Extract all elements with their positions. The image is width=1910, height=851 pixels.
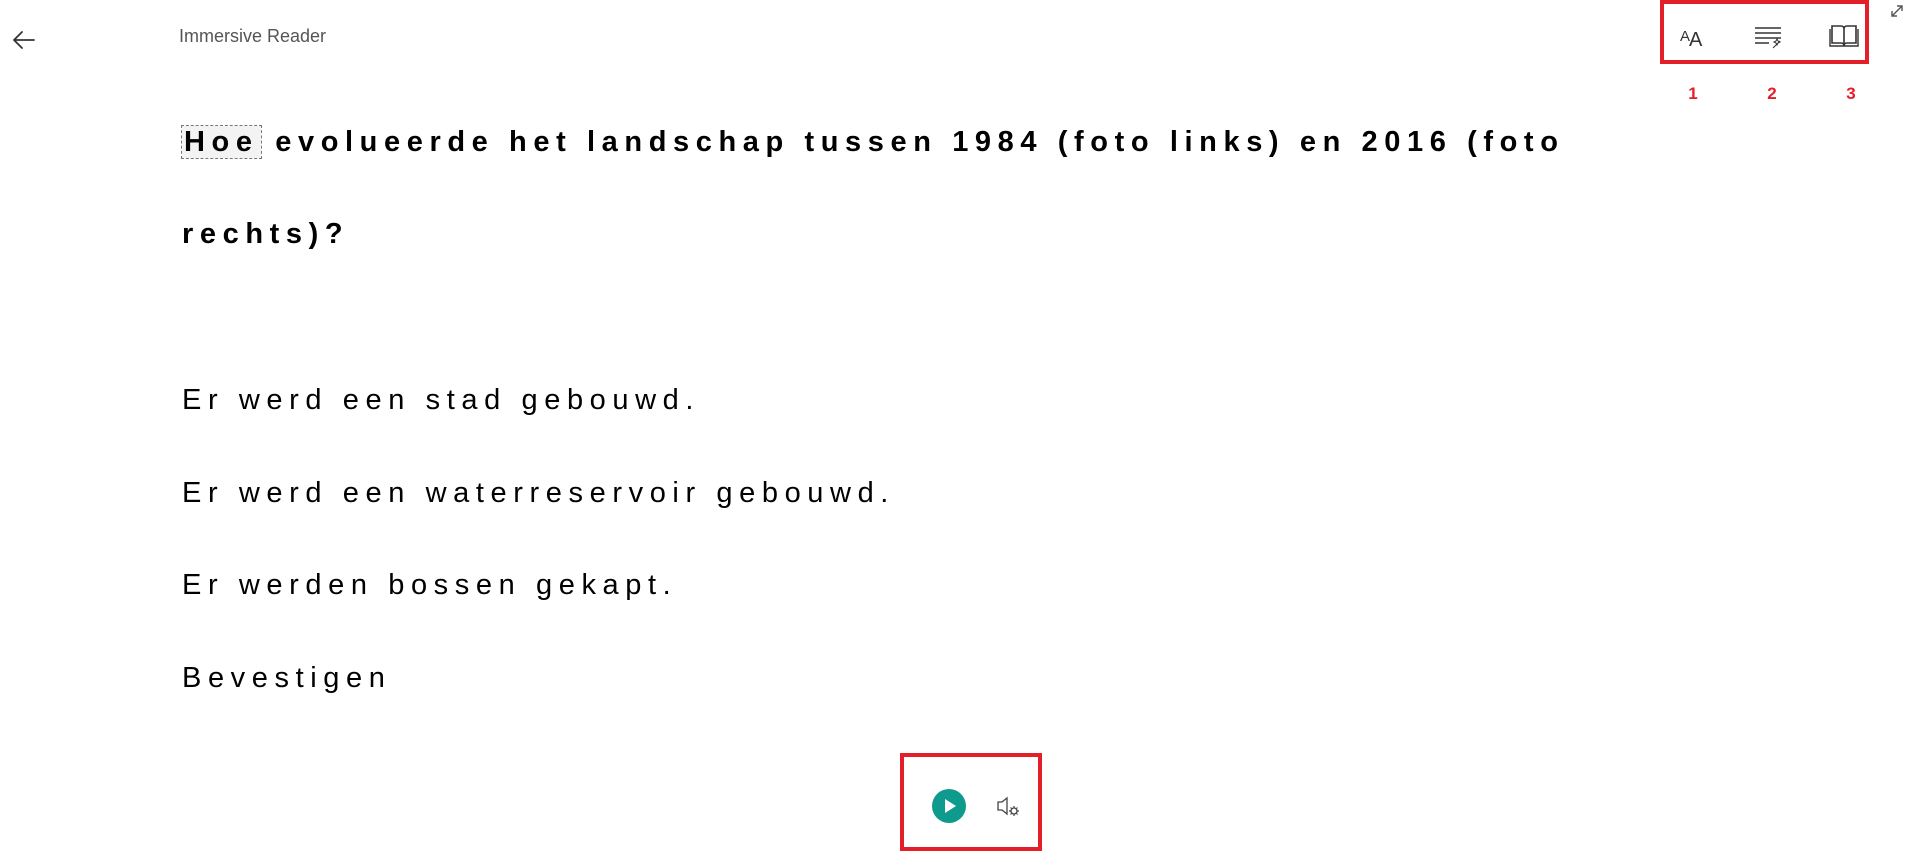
option-1[interactable]: Er werd een stad gebouwd. xyxy=(182,384,700,417)
back-arrow-icon xyxy=(13,31,35,49)
confirm-text[interactable]: Bevestigen xyxy=(182,662,392,695)
back-button[interactable] xyxy=(8,24,40,56)
voice-settings-button[interactable] xyxy=(994,792,1022,820)
question-text: Hoe evolueerde het landschap tussen 1984… xyxy=(181,96,1642,280)
question-rest[interactable]: evolueerde het landschap tussen 1984 (fo… xyxy=(182,126,1565,250)
grammar-options-button[interactable] xyxy=(1751,18,1785,52)
reading-content: Hoe evolueerde het landschap tussen 1984… xyxy=(181,96,1642,280)
focused-word[interactable]: Hoe xyxy=(181,125,262,159)
svg-text:A: A xyxy=(1689,29,1703,51)
expand-icon[interactable] xyxy=(1886,0,1908,22)
grammar-options-icon xyxy=(1755,27,1782,49)
player-controls-box xyxy=(900,753,1042,851)
toolbar-number-2: 2 xyxy=(1767,84,1777,103)
toolbar-number-3: 3 xyxy=(1846,84,1856,103)
option-2[interactable]: Er werd een waterreservoir gebouwd. xyxy=(182,477,895,510)
text-preferences-button[interactable]: A A xyxy=(1675,18,1709,52)
app-title: Immersive Reader xyxy=(179,26,327,46)
text-preferences-icon: A A xyxy=(1680,28,1703,51)
voice-settings-icon xyxy=(997,796,1019,816)
immersive-reader-page: Immersive Reader A A 1 2 3 Hoe evolueerd… xyxy=(0,0,1910,851)
reading-preferences-icon xyxy=(1829,25,1859,47)
reading-preferences-button[interactable] xyxy=(1827,18,1861,52)
play-button[interactable] xyxy=(932,789,966,823)
toolbar-number-1: 1 xyxy=(1688,84,1698,103)
option-3[interactable]: Er werden bossen gekapt. xyxy=(182,569,677,602)
play-icon xyxy=(945,799,956,813)
